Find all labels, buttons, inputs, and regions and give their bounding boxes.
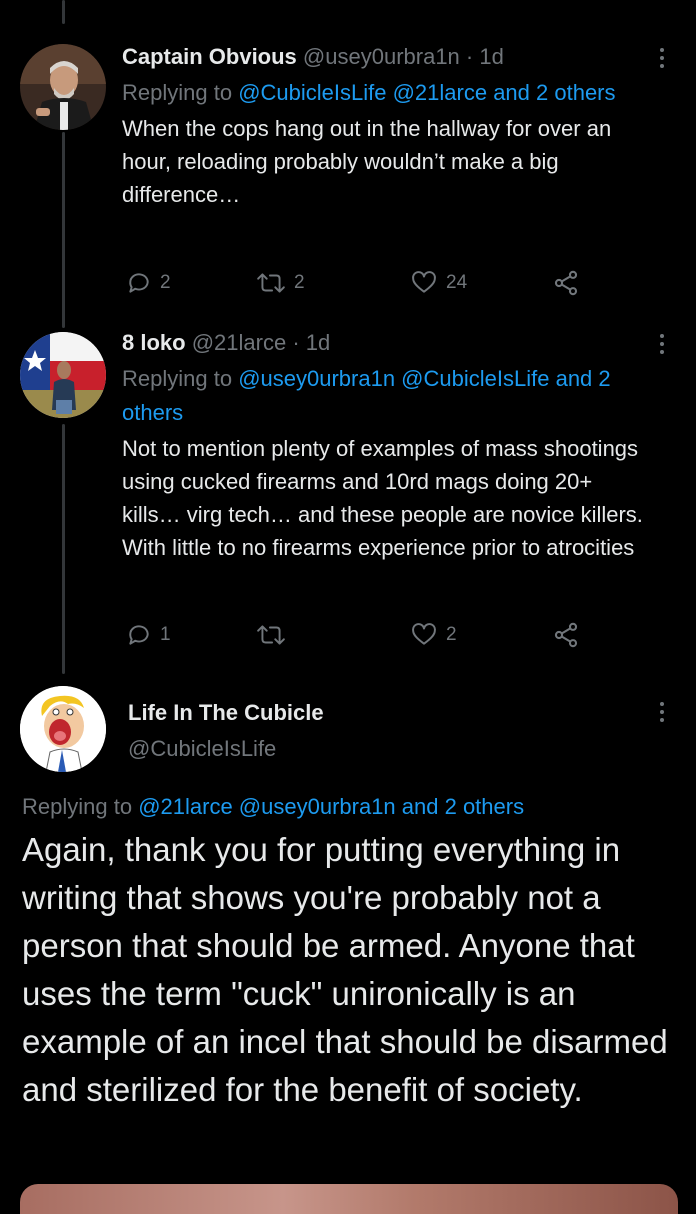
display-name[interactable]: Captain Obvious xyxy=(122,44,297,69)
replying-links[interactable]: @CubicleIsLife @21larce and 2 others xyxy=(238,80,615,105)
retweet-icon xyxy=(257,625,285,645)
tweet-actions: 2 2 24 xyxy=(122,268,592,298)
like-count: 2 xyxy=(446,624,457,645)
tweet-text: When the cops hang out in the hallway fo… xyxy=(122,116,612,207)
tweet-header: 8 loko @21larce · 1d xyxy=(122,328,648,358)
share-icon xyxy=(554,622,578,648)
more-options-icon[interactable] xyxy=(660,48,666,68)
replying-prefix: Replying to xyxy=(122,366,233,391)
retweet-count: 2 xyxy=(294,272,305,293)
media-preview[interactable] xyxy=(20,1184,678,1214)
retweet-button[interactable]: 2 xyxy=(256,268,305,298)
replying-to: Replying to @CubicleIsLife @21larce and … xyxy=(122,76,648,110)
tweet-captain-obvious[interactable]: Captain Obvious @usey0urbra1n · 1d Reply… xyxy=(0,0,696,320)
like-count: 24 xyxy=(446,272,468,293)
avatar[interactable] xyxy=(20,686,106,772)
replying-to: Replying to @21larce @usey0urbra1n and 2… xyxy=(22,790,524,824)
display-name[interactable]: Life In The Cubicle xyxy=(128,697,324,729)
reply-icon xyxy=(129,273,149,293)
reply-button[interactable]: 1 xyxy=(126,620,171,650)
reply-button[interactable]: 2 xyxy=(126,268,171,298)
tweet-header: Captain Obvious @usey0urbra1n · 1d xyxy=(122,42,648,72)
reply-icon xyxy=(129,625,149,645)
heart-icon xyxy=(412,271,436,293)
reply-count: 2 xyxy=(160,272,171,293)
main-tweet-text: Again, thank you for putting everything … xyxy=(22,831,668,1108)
avatar-image xyxy=(20,686,106,772)
share-button[interactable] xyxy=(552,268,580,298)
handle[interactable]: @CubicleIsLife xyxy=(128,733,324,765)
like-button[interactable]: 2 xyxy=(410,620,457,650)
handle[interactable]: @usey0urbra1n xyxy=(303,44,460,69)
reply-count: 1 xyxy=(160,624,171,645)
more-options-icon[interactable] xyxy=(660,334,666,354)
display-name[interactable]: 8 loko xyxy=(122,330,186,355)
timestamp[interactable]: · 1d xyxy=(292,330,330,355)
retweet-icon xyxy=(257,273,285,293)
share-button[interactable] xyxy=(552,620,580,650)
avatar-image xyxy=(20,44,106,130)
handle[interactable]: @21larce xyxy=(192,330,287,355)
tweet-8-loko[interactable]: 8 loko @21larce · 1d Replying to @usey0u… xyxy=(0,320,696,670)
timestamp[interactable]: · 1d xyxy=(466,44,504,69)
heart-icon xyxy=(412,623,436,645)
replying-to: Replying to @usey0urbra1n @CubicleIsLife… xyxy=(122,362,648,430)
replying-links[interactable]: @21larce @usey0urbra1n and 2 others xyxy=(138,794,524,819)
avatar[interactable] xyxy=(20,332,106,418)
avatar-image xyxy=(20,332,106,418)
retweet-button[interactable] xyxy=(256,620,294,650)
share-icon xyxy=(554,270,578,296)
replying-prefix: Replying to xyxy=(22,794,133,819)
replying-prefix: Replying to xyxy=(122,80,233,105)
more-options-icon[interactable] xyxy=(660,702,666,722)
like-button[interactable]: 24 xyxy=(410,268,467,298)
avatar[interactable] xyxy=(20,44,106,130)
tweet-actions: 1 2 xyxy=(122,620,592,650)
tweet-text: Not to mention plenty of examples of mas… xyxy=(122,436,643,560)
